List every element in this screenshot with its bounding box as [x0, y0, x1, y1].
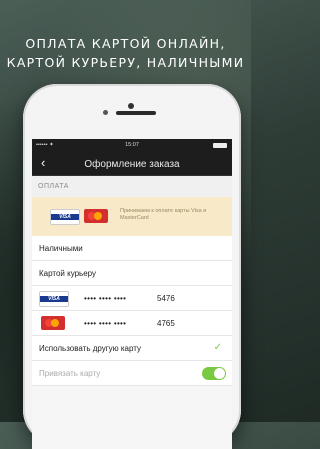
use-other-card-label: Использовать другую карту [39, 344, 142, 353]
status-time: 15:07 [125, 142, 139, 148]
mastercard-icon [41, 316, 65, 330]
headline-line-1: ОПЛАТА КАРТОЙ ОНЛАЙН, [25, 36, 226, 51]
saved-card-mastercard[interactable]: •••• •••• •••• 4765 [32, 311, 232, 336]
phone-frame: •••••• ✦ 15:07 ‹ Оформление заказа ОПЛАТ… [23, 84, 241, 449]
headline: ОПЛАТА КАРТОЙ ОНЛАЙН, КАРТОЙ КУРЬЕРУ, НА… [0, 34, 251, 72]
battery-icon [213, 143, 227, 148]
page-title: Оформление заказа [84, 159, 180, 170]
visa-card-icon: VISA [50, 209, 80, 225]
card-last4: 5476 [157, 294, 175, 303]
use-other-card-option[interactable]: Использовать другую карту ✓ [32, 336, 232, 361]
saved-card-visa[interactable]: VISA •••• •••• •••• 5476 [32, 286, 232, 311]
payment-option-cash[interactable]: Наличными [32, 236, 232, 261]
card-mask: •••• •••• •••• [84, 319, 127, 328]
payment-option-label: Картой курьеру [39, 269, 97, 278]
promo-banner: VISA Принимаем к оплате карты Visa и Mas… [32, 197, 232, 236]
sensor-icon [103, 110, 108, 115]
checkmark-icon: ✓ [213, 342, 222, 353]
bind-card-toggle[interactable] [202, 367, 226, 380]
bind-card-label: Привязать карту [39, 369, 101, 378]
camera-icon [128, 103, 134, 109]
payment-option-label: Наличными [39, 244, 83, 253]
mastercard-icon [84, 209, 108, 223]
card-last4: 4765 [157, 319, 175, 328]
toggle-knob [214, 368, 225, 379]
speaker-grille [116, 111, 156, 115]
bind-card-row: Привязать карту [32, 361, 232, 386]
section-header-payment: ОПЛАТА [32, 176, 232, 197]
payment-option-courier-card[interactable]: Картой курьеру [32, 261, 232, 286]
visa-card-icon: VISA [39, 291, 69, 307]
card-mask: •••• •••• •••• [84, 294, 127, 303]
nav-bar: ‹ Оформление заказа [32, 153, 232, 176]
phone-screen: •••••• ✦ 15:07 ‹ Оформление заказа ОПЛАТ… [32, 139, 232, 449]
promo-text: Принимаем к оплате карты Visa и MasterCa… [120, 208, 207, 221]
status-bar: •••••• ✦ 15:07 [32, 139, 232, 153]
headline-line-2: КАРТОЙ КУРЬЕРУ, НАЛИЧНЫМИ [6, 55, 245, 70]
